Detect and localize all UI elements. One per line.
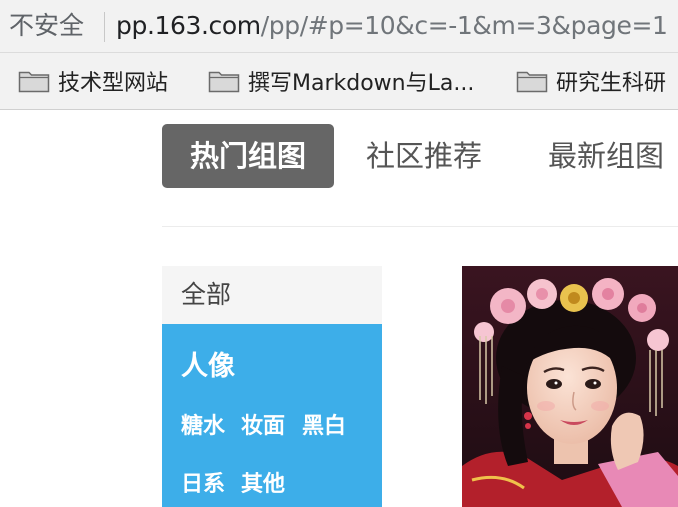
gallery-photo[interactable] (462, 266, 678, 507)
bookmark-label: 研究生科研 (556, 71, 667, 96)
tab-latest-galleries[interactable]: 最新组图 (548, 124, 664, 188)
subcategory-other[interactable]: 其他 (241, 466, 285, 498)
folder-icon (18, 71, 50, 93)
subcategory-japanese[interactable]: 日系 (181, 466, 225, 498)
subcategory-black-white[interactable]: 黑白 (302, 408, 346, 440)
bookmark-label: 技术型网站 (58, 71, 169, 96)
tab-community-picks[interactable]: 社区推荐 (366, 124, 482, 188)
url-host: pp.163.com (116, 11, 261, 40)
bookmark-research[interactable]: 研究生科研 (516, 66, 666, 96)
folder-icon (208, 71, 240, 93)
tab-hot-galleries[interactable]: 热门组图 (162, 124, 334, 188)
content-divider (162, 226, 678, 227)
folder-icon (516, 71, 548, 93)
url-path: /pp/#p=10&c=-1&m=3&page=1 (260, 11, 668, 40)
category-all[interactable]: 全部 (162, 266, 382, 324)
category-portrait[interactable]: 人像 (181, 344, 235, 383)
bookmark-tech-sites[interactable]: 技术型网站 (18, 66, 168, 96)
security-indicator[interactable]: 不安全 (9, 10, 84, 42)
bookmark-label: 撰写Markdown与La... (248, 71, 475, 96)
bookmarks-bar: 技术型网站 撰写Markdown与La... 研究生科研 (0, 53, 678, 110)
address-bar: 不安全 pp.163.com/pp/#p=10&c=-1&m=3&page=1 (0, 0, 678, 53)
category-portrait-panel: 人像 糖水 妆面 黑白 日系 其他 (162, 324, 382, 507)
bookmark-markdown[interactable]: 撰写Markdown与La... (208, 66, 474, 96)
subcategory-makeup[interactable]: 妆面 (241, 408, 285, 440)
address-separator (104, 12, 105, 42)
subcategory-sweet[interactable]: 糖水 (181, 408, 225, 440)
url-field[interactable]: pp.163.com/pp/#p=10&c=-1&m=3&page=1 (116, 10, 668, 42)
